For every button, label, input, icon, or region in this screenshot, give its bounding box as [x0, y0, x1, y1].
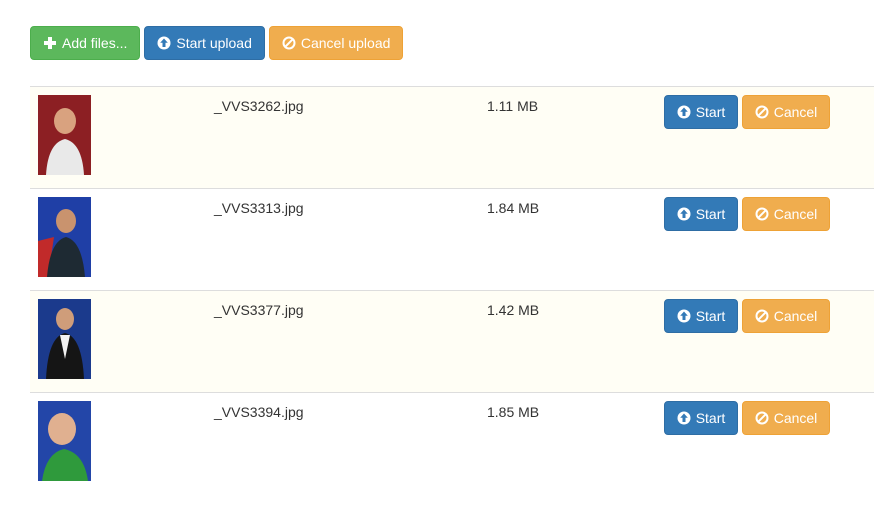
- file-row: _VVS3394.jpg 1.85 MB Start Cancel: [30, 392, 874, 494]
- cancel-upload-button[interactable]: Cancel upload: [268, 26, 404, 60]
- start-button[interactable]: Start: [664, 197, 738, 231]
- cancel-label: Cancel: [773, 410, 818, 426]
- start-button[interactable]: Start: [664, 95, 738, 129]
- file-name: _VVS3377.jpg: [214, 302, 304, 318]
- start-label: Start: [695, 308, 726, 324]
- file-size: 1.85 MB: [487, 404, 540, 420]
- cancel-label: Cancel: [773, 104, 818, 120]
- add-files-label: Add files...: [62, 35, 128, 51]
- ban-circle-icon: [755, 411, 769, 425]
- file-name: _VVS3394.jpg: [214, 404, 304, 420]
- cancel-button[interactable]: Cancel: [742, 197, 830, 231]
- add-files-button[interactable]: Add files...: [30, 26, 141, 60]
- file-row: _VVS3262.jpg 1.11 MB Start Cancel: [30, 86, 874, 188]
- circle-arrow-up-icon: [677, 105, 691, 119]
- file-thumbnail[interactable]: [38, 95, 91, 175]
- start-label: Start: [695, 206, 726, 222]
- start-upload-button[interactable]: Start upload: [144, 26, 265, 60]
- circle-arrow-up-icon: [157, 36, 171, 50]
- file-size: 1.11 MB: [487, 98, 539, 114]
- file-list: _VVS3262.jpg 1.11 MB Start Cancel _VVS33…: [30, 86, 874, 494]
- file-row: _VVS3313.jpg 1.84 MB Start Cancel: [30, 188, 874, 290]
- file-thumbnail[interactable]: [38, 401, 91, 481]
- file-thumbnail[interactable]: [38, 197, 91, 277]
- start-button[interactable]: Start: [664, 299, 738, 333]
- file-size: 1.84 MB: [487, 200, 540, 216]
- circle-arrow-up-icon: [677, 309, 691, 323]
- file-actions: Start Cancel: [664, 299, 830, 333]
- cancel-upload-label: Cancel upload: [300, 35, 391, 51]
- circle-arrow-up-icon: [677, 207, 691, 221]
- ban-circle-icon: [755, 309, 769, 323]
- cancel-button[interactable]: Cancel: [742, 95, 830, 129]
- file-name: _VVS3262.jpg: [214, 98, 304, 114]
- start-label: Start: [695, 104, 726, 120]
- file-thumbnail[interactable]: [38, 299, 91, 379]
- file-actions: Start Cancel: [664, 95, 830, 129]
- plus-icon: [43, 36, 57, 50]
- start-label: Start: [695, 410, 726, 426]
- file-actions: Start Cancel: [664, 401, 830, 435]
- cancel-button[interactable]: Cancel: [742, 401, 830, 435]
- file-size: 1.42 MB: [487, 302, 540, 318]
- start-button[interactable]: Start: [664, 401, 738, 435]
- start-upload-label: Start upload: [176, 35, 252, 51]
- ban-circle-icon: [755, 207, 769, 221]
- upload-toolbar: Add files... Start upload Cancel upload: [30, 26, 404, 60]
- file-name: _VVS3313.jpg: [214, 200, 304, 216]
- cancel-label: Cancel: [773, 206, 818, 222]
- ban-circle-icon: [282, 36, 296, 50]
- cancel-label: Cancel: [773, 308, 818, 324]
- file-actions: Start Cancel: [664, 197, 830, 231]
- circle-arrow-up-icon: [677, 411, 691, 425]
- file-row: _VVS3377.jpg 1.42 MB Start Cancel: [30, 290, 874, 392]
- ban-circle-icon: [755, 105, 769, 119]
- cancel-button[interactable]: Cancel: [742, 299, 830, 333]
